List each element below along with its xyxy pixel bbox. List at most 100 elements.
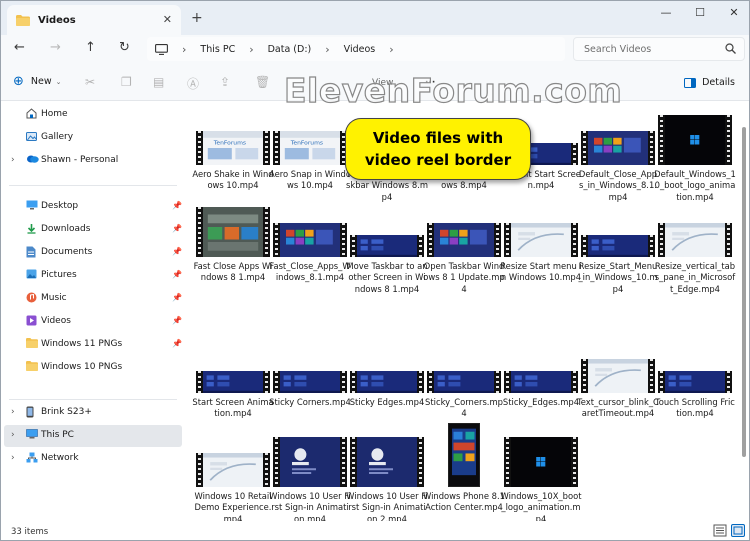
svg-text:TenForums: TenForums bbox=[290, 141, 323, 147]
sidebar-divider bbox=[9, 185, 177, 186]
search-input[interactable]: Search Videos bbox=[573, 37, 745, 61]
video-reel-thumbnail: TenForums bbox=[196, 131, 270, 165]
file-name: Fast_Close_Apps_Windows_8.1.mp4 bbox=[269, 261, 351, 283]
sidebar-item-label: Downloads bbox=[41, 224, 91, 234]
new-label: New bbox=[30, 76, 52, 87]
video-reel-thumbnail bbox=[658, 223, 732, 257]
pin-icon[interactable]: 📌 bbox=[172, 293, 182, 302]
file-name: Move Taskbar to another Screen in Window… bbox=[346, 261, 428, 294]
file-name: Resize_Start_Menu_in_Windows_10.mp4 bbox=[578, 261, 658, 294]
back-arrow-icon[interactable]: ← bbox=[14, 40, 25, 55]
chevron-right-icon[interactable]: › bbox=[11, 155, 15, 165]
documents-icon bbox=[26, 246, 36, 261]
sidebar-item-windows-10-pngs[interactable]: Windows 10 PNGs bbox=[1, 357, 182, 379]
details-button[interactable]: Details bbox=[684, 77, 735, 88]
file-name: Resize Start menu in Windows 10.mp4 bbox=[500, 261, 582, 283]
paste-icon[interactable]: ▤ bbox=[153, 75, 164, 89]
minimize-button[interactable]: — bbox=[651, 6, 681, 22]
chevron-right-icon: › bbox=[325, 42, 330, 56]
pictures-icon bbox=[26, 269, 37, 282]
sidebar-item-home[interactable]: Home bbox=[1, 104, 182, 126]
video-reel-thumbnail bbox=[658, 371, 732, 393]
chevron-right-icon[interactable]: › bbox=[11, 430, 15, 440]
sidebar-item-brink-s23[interactable]: › Brink S23+ bbox=[1, 402, 182, 424]
breadcrumb-this-pc[interactable]: This PC bbox=[200, 44, 235, 55]
file-name: Windows Phone 8.1 Action Center.mp4 bbox=[423, 491, 505, 513]
file-name: Windows_10X_boot_logo_animation.mp4 bbox=[500, 491, 582, 521]
file-name: Fast Close Apps Windows 8 1.mp4 bbox=[193, 261, 273, 283]
pin-icon[interactable]: 📌 bbox=[172, 270, 182, 279]
sidebar-item-label: Brink S23+ bbox=[41, 407, 92, 417]
tiles-view-icon[interactable] bbox=[731, 524, 745, 537]
sidebar-item-shawn-personal[interactable]: › Shawn - Personal bbox=[1, 150, 182, 172]
breadcrumb-videos[interactable]: Videos bbox=[344, 44, 376, 55]
rename-icon[interactable]: Ⓐ bbox=[187, 75, 199, 92]
sidebar-item-network[interactable]: › Network bbox=[1, 448, 182, 470]
search-placeholder: Search Videos bbox=[584, 43, 652, 55]
folder-icon bbox=[26, 338, 38, 351]
forward-arrow-icon[interactable]: → bbox=[50, 40, 61, 55]
refresh-icon[interactable]: ↻ bbox=[119, 40, 130, 55]
new-tab-button[interactable]: + bbox=[191, 10, 203, 26]
chevron-right-icon[interactable]: › bbox=[11, 453, 15, 463]
chevron-right-icon: › bbox=[249, 42, 254, 56]
sidebar-item-this-pc[interactable]: › This PC bbox=[4, 425, 182, 447]
video-reel-thumbnail bbox=[427, 371, 501, 393]
pin-icon[interactable]: 📌 bbox=[172, 316, 182, 325]
folder-icon bbox=[26, 361, 38, 374]
up-arrow-icon[interactable]: ↑ bbox=[85, 40, 96, 55]
chevron-right-icon: › bbox=[389, 42, 394, 56]
pin-icon[interactable]: 📌 bbox=[172, 339, 182, 348]
sidebar-item-label: Videos bbox=[41, 316, 71, 326]
phone-icon bbox=[26, 406, 34, 421]
sidebar-item-label: Documents bbox=[41, 247, 93, 257]
sidebar-item-gallery[interactable]: Gallery bbox=[1, 127, 182, 149]
vertical-scrollbar[interactable] bbox=[741, 105, 747, 515]
sidebar-item-label: This PC bbox=[41, 430, 74, 440]
file-name: Windows 10 User First Sign-in Animation.… bbox=[269, 491, 351, 521]
sidebar-item-documents[interactable]: Documents 📌 bbox=[1, 242, 182, 264]
sidebar-item-pictures[interactable]: Pictures 📌 bbox=[1, 265, 182, 287]
breadcrumb-data-d[interactable]: Data (D:) bbox=[268, 44, 312, 55]
video-reel-thumbnail bbox=[196, 453, 270, 487]
tab-videos[interactable]: Videos ✕ bbox=[7, 5, 181, 35]
home-icon bbox=[26, 108, 37, 122]
pin-icon[interactable]: 📌 bbox=[172, 201, 182, 210]
share-icon[interactable]: ⇪ bbox=[220, 75, 230, 89]
video-reel-thumbnail bbox=[427, 223, 501, 257]
video-reel-thumbnail bbox=[273, 223, 347, 257]
details-view-icon[interactable] bbox=[713, 524, 727, 537]
sidebar-item-downloads[interactable]: Downloads 📌 bbox=[1, 219, 182, 241]
video-reel-thumbnail bbox=[581, 131, 655, 165]
sidebar-item-music[interactable]: Music 📌 bbox=[1, 288, 182, 310]
close-button[interactable]: ✕ bbox=[719, 6, 749, 22]
sidebar-item-videos[interactable]: Videos 📌 bbox=[1, 311, 182, 333]
file-name: Touch Scrolling Friction.mp4 bbox=[655, 397, 735, 419]
view-button[interactable]: View bbox=[372, 78, 393, 88]
tab-close-icon[interactable]: ✕ bbox=[163, 13, 172, 26]
new-button[interactable]: ⊕ New ⌄ bbox=[13, 74, 62, 89]
maximize-button[interactable]: ☐ bbox=[685, 6, 715, 22]
sidebar-item-windows-11-pngs[interactable]: Windows 11 PNGs 📌 bbox=[1, 334, 182, 356]
video-reel-thumbnail bbox=[196, 371, 270, 393]
item-count: 33 items bbox=[11, 527, 49, 537]
chevron-right-icon[interactable]: › bbox=[11, 407, 15, 417]
delete-icon[interactable]: 🗑 bbox=[255, 75, 270, 89]
file-name: Sticky_Edges.mp4 bbox=[502, 397, 580, 407]
pin-icon[interactable]: 📌 bbox=[172, 247, 182, 256]
details-pane-icon bbox=[684, 77, 697, 88]
cut-icon[interactable]: ✂ bbox=[85, 75, 95, 89]
more-options-button[interactable]: ··· bbox=[425, 78, 435, 88]
copy-icon[interactable]: ❐ bbox=[121, 75, 132, 89]
file-name: Text_cursor_blink_CaretTimeout.mp4 bbox=[577, 397, 659, 419]
scrollbar-thumb[interactable] bbox=[742, 127, 746, 457]
svg-text:TenForums: TenForums bbox=[213, 141, 246, 147]
address-row: ← → ↑ ↻ › This PC › Data (D:) › Videos ›… bbox=[1, 35, 749, 63]
title-bar: Videos ✕ + — ☐ ✕ bbox=[1, 1, 749, 35]
address-bar[interactable]: › This PC › Data (D:) › Videos › bbox=[147, 37, 565, 61]
video-reel-thumbnail bbox=[504, 223, 578, 257]
videos-icon bbox=[26, 315, 37, 329]
pin-icon[interactable]: 📌 bbox=[172, 224, 182, 233]
details-label: Details bbox=[702, 77, 735, 88]
sidebar-item-desktop[interactable]: Desktop 📌 bbox=[1, 196, 182, 218]
